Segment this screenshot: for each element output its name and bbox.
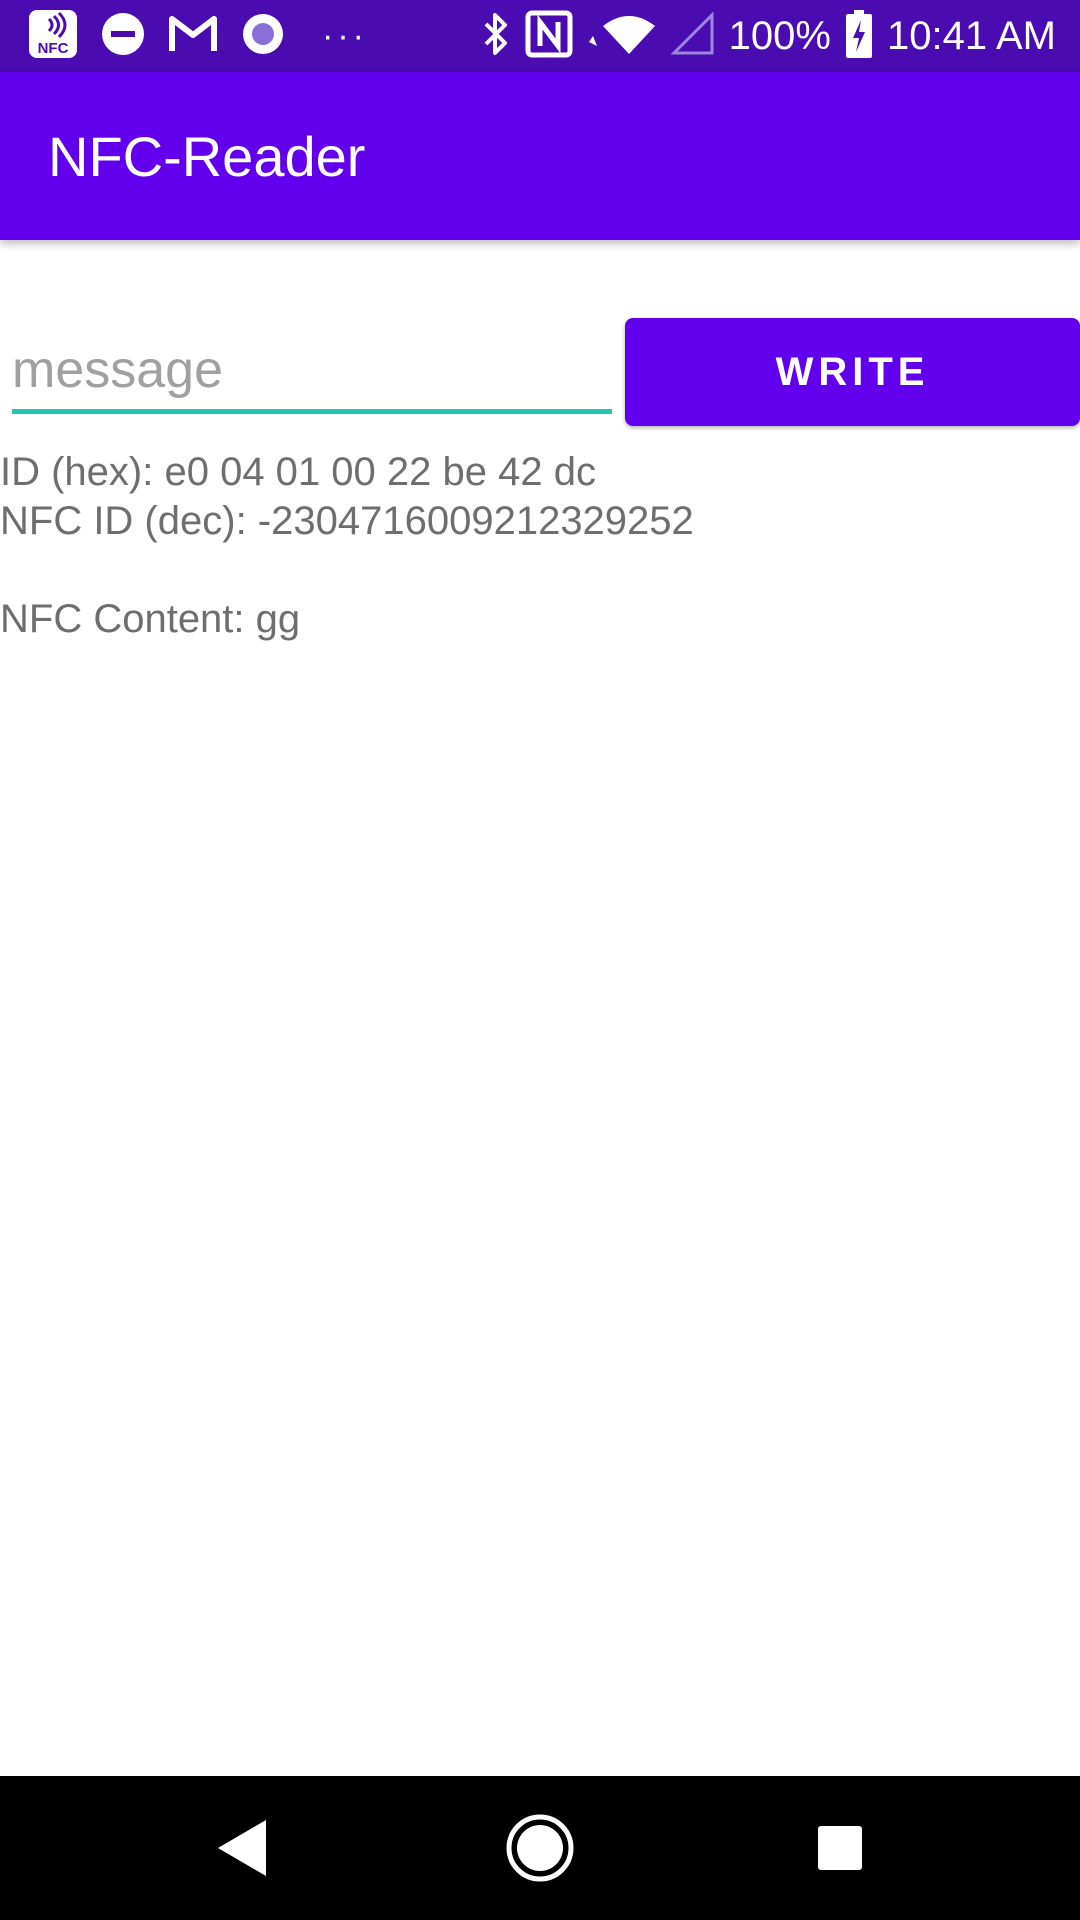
back-icon bbox=[218, 1820, 266, 1876]
record-icon bbox=[240, 11, 286, 62]
svg-text:NFC: NFC bbox=[38, 40, 69, 57]
app-bar: NFC-Reader bbox=[0, 72, 1080, 240]
recents-icon bbox=[818, 1826, 862, 1870]
status-bar-right: 100% 10:41 AM bbox=[467, 9, 1056, 63]
status-time: 10:41 AM bbox=[886, 13, 1056, 58]
battery-charging-icon bbox=[845, 9, 873, 63]
more-dots-icon: ··· bbox=[322, 16, 368, 55]
message-field bbox=[12, 330, 612, 414]
battery-percent: 100% bbox=[728, 13, 831, 58]
cell-signal-icon bbox=[670, 10, 715, 61]
do-not-disturb-icon bbox=[100, 11, 146, 62]
app-title: NFC-Reader bbox=[48, 124, 366, 188]
bluetooth-icon bbox=[481, 11, 511, 62]
nfc-id-hex: ID (hex): e0 04 01 00 22 be 42 dc bbox=[0, 450, 596, 494]
home-icon bbox=[506, 1814, 574, 1882]
write-button[interactable]: WRITE bbox=[625, 318, 1080, 426]
status-bar-left: NFC ··· bbox=[28, 9, 390, 64]
navigation-bar bbox=[0, 1776, 1080, 1920]
wifi-icon bbox=[587, 12, 657, 61]
back-button[interactable] bbox=[170, 1776, 314, 1920]
status-bar: NFC ··· 100% 10:41 AM bbox=[0, 0, 1080, 72]
nfc-icon bbox=[525, 10, 573, 63]
nfc-app-icon: NFC bbox=[28, 9, 78, 64]
nfc-id-dec: NFC ID (dec): -2304716009212329252 bbox=[0, 499, 694, 543]
home-button[interactable] bbox=[468, 1776, 612, 1920]
gmail-icon bbox=[168, 13, 218, 60]
recents-button[interactable] bbox=[768, 1776, 912, 1920]
message-input[interactable] bbox=[12, 330, 612, 409]
nfc-content: NFC Content: gg bbox=[0, 597, 301, 641]
